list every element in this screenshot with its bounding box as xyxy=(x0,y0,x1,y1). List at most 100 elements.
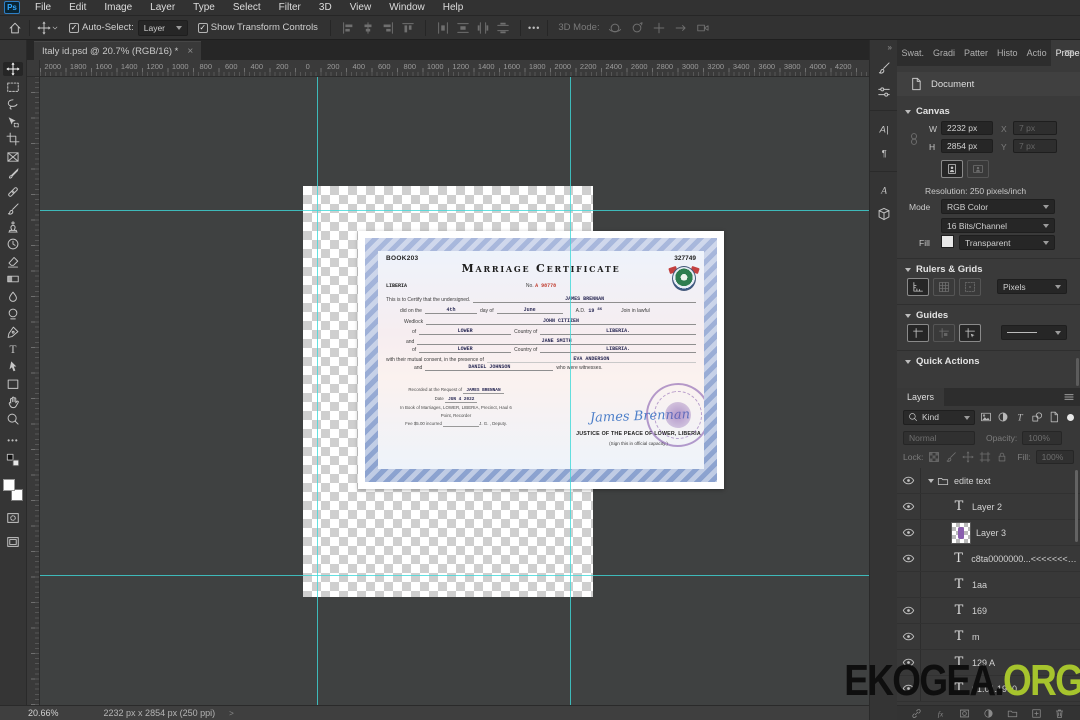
delete-layer-icon[interactable] xyxy=(1054,708,1065,719)
ruler-units-dropdown[interactable]: Pixels xyxy=(997,279,1067,294)
lock-pixels-icon[interactable] xyxy=(945,451,957,463)
panel-menu-icon[interactable] xyxy=(1058,40,1080,66)
layer-row[interactable]: T c8ta0000000...<<<<<<<<0 d xyxy=(897,546,1080,572)
color-mode-dropdown[interactable]: RGB Color xyxy=(941,199,1055,214)
tool-button[interactable] xyxy=(3,150,23,164)
layer-row[interactable]: T m xyxy=(897,624,1080,650)
lock-artboard-icon[interactable] xyxy=(979,451,991,463)
tool-button[interactable] xyxy=(3,185,23,199)
layer-name[interactable]: m xyxy=(972,632,980,642)
layer-name[interactable]: edite text xyxy=(954,476,991,486)
canvas-section-header[interactable]: Canvas xyxy=(905,106,950,117)
blend-mode-dropdown[interactable]: Normal xyxy=(903,431,975,445)
screen-mode-icon[interactable] xyxy=(6,535,20,549)
default-colors-icon[interactable] xyxy=(6,453,20,467)
toggle-grid-button[interactable] xyxy=(933,278,955,296)
canvas-area[interactable]: BOOK203 327749 Marriage Certificate LIBE… xyxy=(40,77,869,705)
toggle-guides-button[interactable] xyxy=(907,324,929,342)
menu-item[interactable]: Filter xyxy=(270,0,310,15)
fill-swatch[interactable] xyxy=(941,235,954,248)
layer-name[interactable]: 1aa xyxy=(972,580,987,590)
menu-item[interactable]: Image xyxy=(95,0,141,15)
panel-tab[interactable]: Actio xyxy=(1022,40,1051,66)
distribute-horizontal-centers-icon[interactable] xyxy=(476,21,490,35)
layer-visibility-toggle[interactable] xyxy=(897,598,921,623)
layer-visibility-toggle[interactable] xyxy=(897,494,921,519)
layer-name[interactable]: 169 xyxy=(972,606,987,616)
more-options-button[interactable]: ••• xyxy=(528,23,540,33)
fill-opacity-value[interactable]: 100% xyxy=(1035,450,1074,464)
layer-style-icon[interactable]: fx xyxy=(935,708,946,719)
distribute-vertical-centers-icon[interactable] xyxy=(496,21,510,35)
rulers-grids-section-header[interactable]: Rulers & Grids xyxy=(905,264,983,275)
auto-select-target-dropdown[interactable]: Layer xyxy=(137,19,188,36)
tool-button[interactable] xyxy=(3,412,23,426)
menu-item[interactable]: File xyxy=(26,0,60,15)
tool-button[interactable] xyxy=(3,220,23,234)
document-tab[interactable]: Italy id.psd @ 20.7% (RGB/16) * × xyxy=(34,41,202,60)
link-layers-icon[interactable] xyxy=(911,708,922,719)
tool-button[interactable] xyxy=(3,80,23,94)
edit-toolbar-button[interactable]: ••• xyxy=(7,436,18,445)
height-input[interactable]: 2854 px xyxy=(941,139,993,153)
brush-settings-panel-icon[interactable] xyxy=(877,61,891,75)
align-left-edges-icon[interactable] xyxy=(341,21,355,35)
tool-button[interactable] xyxy=(3,202,23,216)
tool-button[interactable] xyxy=(3,290,23,304)
menu-item[interactable]: Edit xyxy=(60,0,95,15)
layer-visibility-toggle[interactable] xyxy=(897,624,921,649)
align-right-edges-icon[interactable] xyxy=(381,21,395,35)
layer-visibility-toggle[interactable] xyxy=(897,546,921,571)
glyphs-panel-icon[interactable]: A xyxy=(877,183,891,197)
tool-button[interactable] xyxy=(3,62,23,76)
vertical-guide-2[interactable] xyxy=(570,77,571,705)
toggle-rulers-button[interactable] xyxy=(907,278,929,296)
layer-row[interactable]: T Layer 3 xyxy=(897,520,1080,546)
fill-dropdown[interactable]: Transparent xyxy=(959,235,1055,250)
filter-adjustment-layers-icon[interactable] xyxy=(997,411,1009,423)
clear-guides-button[interactable] xyxy=(959,324,981,342)
panel-tab[interactable]: Patter xyxy=(960,40,993,66)
layers-scrollbar[interactable] xyxy=(1075,470,1078,542)
layer-name[interactable]: c8ta0000000...<<<<<<<<0 d xyxy=(971,554,1080,564)
filter-shape-layers-icon[interactable] xyxy=(1031,411,1043,423)
expand-panels-icon[interactable]: » xyxy=(888,43,892,52)
ruler-corner[interactable] xyxy=(27,60,40,77)
zoom-level-field[interactable]: 20.66% xyxy=(28,708,59,718)
lock-all-icon[interactable] xyxy=(996,451,1008,463)
horizontal-ruler[interactable]: 2000 1800 1600 1400 1200 1000 800 600 400 200 0 200… xyxy=(40,60,869,77)
color-swatches[interactable] xyxy=(2,478,24,501)
landscape-orientation-button[interactable] xyxy=(967,160,989,178)
bit-depth-dropdown[interactable]: 16 Bits/Channel xyxy=(941,218,1055,233)
tool-button[interactable] xyxy=(3,360,23,374)
new-layer-icon[interactable] xyxy=(1031,708,1042,719)
character-panel-icon[interactable]: A| xyxy=(877,122,891,136)
home-icon[interactable] xyxy=(8,21,22,35)
menu-item[interactable]: Help xyxy=(434,0,473,15)
menu-item[interactable]: View xyxy=(341,0,381,15)
panel-tab[interactable]: Swat. xyxy=(897,40,929,66)
vertical-ruler[interactable] xyxy=(27,77,40,705)
layer-row[interactable]: T Layer 2 xyxy=(897,494,1080,520)
tool-button[interactable] xyxy=(3,307,23,321)
paragraph-panel-icon[interactable]: ¶ xyxy=(877,146,891,160)
lock-position-icon[interactable] xyxy=(962,451,975,463)
document-type-row[interactable]: Document xyxy=(897,72,1080,96)
portrait-orientation-button[interactable] xyxy=(941,160,963,178)
guide-style-dropdown[interactable] xyxy=(1001,325,1067,340)
align-horizontal-centers-icon[interactable] xyxy=(361,21,375,35)
layer-row[interactable]: T 1aa xyxy=(897,572,1080,598)
tool-button[interactable] xyxy=(3,325,23,339)
opacity-value[interactable]: 100% xyxy=(1022,431,1063,445)
horizontal-guide-1[interactable] xyxy=(40,210,869,211)
distribute-horizontal-icon[interactable] xyxy=(436,21,450,35)
menu-item[interactable]: Layer xyxy=(141,0,184,15)
lock-transparency-icon[interactable] xyxy=(928,451,940,463)
adjustment-layer-icon[interactable] xyxy=(983,708,994,719)
layer-row[interactable]: T 169 xyxy=(897,598,1080,624)
link-dimensions-icon[interactable] xyxy=(907,132,921,146)
layers-menu-icon[interactable] xyxy=(1058,388,1080,406)
foreground-color-swatch[interactable] xyxy=(3,478,15,491)
layer-visibility-toggle[interactable] xyxy=(897,520,921,545)
tool-button[interactable] xyxy=(3,272,23,286)
